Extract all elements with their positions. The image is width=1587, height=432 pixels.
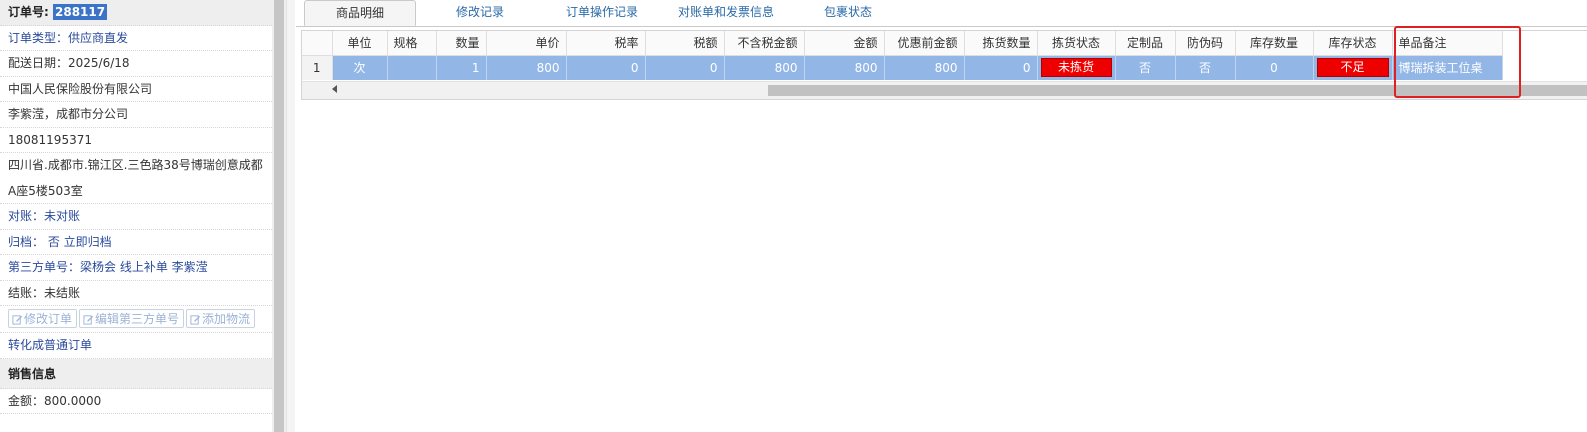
product-table: 单位 规格 数量 单价 税率 税额 不含税金额 金额 优惠前金额 拣货数量 拣货… [302, 31, 1503, 80]
order-action-buttons: 修改订单 编辑第三方单号 添加物流 [0, 306, 272, 333]
cell-unit-price[interactable]: 800 [486, 55, 567, 80]
pick-status-badge: 未拣货 [1040, 58, 1112, 78]
table-row[interactable]: 1 次 1 800 0 0 800 800 800 0 未拣货 否 否 0 不足… [302, 55, 1503, 80]
cell-quantity[interactable]: 1 [436, 55, 487, 80]
archive-status[interactable]: 归档： 否 立即归档 [0, 230, 272, 255]
left-panel-scrollbar[interactable] [272, 0, 286, 432]
sales-info-header: 销售信息 [0, 358, 272, 389]
grid-horizontal-scrollbar[interactable] [302, 81, 1587, 99]
tab-statement-invoice[interactable]: 对账单和发票信息 [666, 0, 786, 26]
cell-stock-quantity[interactable]: 0 [1235, 55, 1314, 80]
third-party-number[interactable]: 第三方单号：梁杨会 线上补单 李紫滢 [0, 255, 272, 281]
address-line-1: 四川省.成都市.锦江区.三色路38号博瑞创意成都 [8, 158, 263, 172]
column-header[interactable]: 规格 [387, 31, 437, 56]
row-number: 1 [302, 55, 333, 80]
panel-splitter[interactable] [286, 0, 295, 432]
column-header[interactable]: 不含税金额 [724, 31, 805, 56]
column-header[interactable]: 防伪码 [1175, 31, 1236, 56]
column-header[interactable]: 单价 [486, 31, 567, 56]
detail-panel: 商品明细 修改记录 订单操作记录 对账单和发票信息 包裹状态 单位 规格 数量 … [296, 0, 1587, 432]
tab-bar: 商品明细 修改记录 订单操作记录 对账单和发票信息 包裹状态 [296, 0, 1587, 27]
rownum-header [302, 31, 333, 56]
cell-anti-fake-code[interactable]: 否 [1175, 55, 1236, 80]
column-header[interactable]: 税额 [645, 31, 725, 56]
edit-order-button[interactable]: 修改订单 [8, 309, 78, 328]
cell-amount-before-discount[interactable]: 800 [884, 55, 965, 80]
tab-package-status[interactable]: 包裹状态 [796, 0, 900, 26]
cell-item-remark[interactable]: 博瑞拆装工位桌 [1392, 55, 1503, 80]
scrollbar-thumb[interactable] [274, 0, 284, 432]
column-header[interactable]: 定制品 [1115, 31, 1176, 56]
edit-order-label: 修改订单 [24, 312, 73, 326]
cell-unit[interactable]: 次 [332, 55, 388, 80]
customer-phone: 18081195371 [0, 128, 272, 153]
sales-amount: 金额：800.0000 [0, 389, 272, 414]
cell-tax-rate[interactable]: 0 [566, 55, 646, 80]
edit-third-party-label: 编辑第三方单号 [95, 312, 180, 326]
tab-order-operation-log[interactable]: 订单操作记录 [546, 0, 658, 26]
edit-third-party-button[interactable]: 编辑第三方单号 [79, 309, 185, 328]
customer-company: 中国人民保险股份有限公司 [0, 77, 272, 102]
column-header[interactable]: 优惠前金额 [884, 31, 965, 56]
customer-contact: 李紫滢，成都市分公司 [0, 102, 272, 128]
stock-status-badge: 不足 [1316, 58, 1389, 78]
delivery-date: 配送日期：2025/6/18 [0, 51, 272, 77]
add-logistics-button[interactable]: 添加物流 [186, 309, 256, 328]
column-header[interactable]: 单品备注 [1392, 31, 1503, 56]
cell-pick-quantity[interactable]: 0 [964, 55, 1038, 80]
scrollbar-thumb[interactable] [768, 85, 1587, 96]
column-header[interactable]: 库存数量 [1235, 31, 1314, 56]
column-header[interactable]: 税率 [566, 31, 646, 56]
cell-pick-status[interactable]: 未拣货 [1037, 55, 1116, 80]
cell-spec[interactable] [387, 55, 437, 80]
column-header[interactable]: 拣货数量 [964, 31, 1038, 56]
order-type: 订单类型：供应商直发 [0, 26, 272, 51]
reconcile-status[interactable]: 对账：未对账 [0, 204, 272, 230]
address-line-2: A座5楼503室 [0, 179, 272, 204]
column-header[interactable]: 拣货状态 [1037, 31, 1116, 56]
column-header[interactable]: 单位 [332, 31, 388, 56]
scroll-left-icon[interactable] [332, 85, 337, 93]
column-header[interactable]: 数量 [436, 31, 487, 56]
convert-to-normal-order-link[interactable]: 转化成普通订单 [0, 333, 272, 359]
order-number-row: 订单号: 288117 [0, 0, 272, 26]
cell-amount-ex-tax[interactable]: 800 [724, 55, 805, 80]
product-detail-grid: 单位 规格 数量 单价 税率 税额 不含税金额 金额 优惠前金额 拣货数量 拣货… [301, 30, 1587, 100]
cell-tax-amount[interactable]: 0 [645, 55, 725, 80]
settlement-status: 结账：未结账 [0, 281, 272, 306]
table-header-row: 单位 规格 数量 单价 税率 税额 不含税金额 金额 优惠前金额 拣货数量 拣货… [302, 31, 1503, 56]
cell-amount[interactable]: 800 [804, 55, 885, 80]
order-number-value[interactable]: 288117 [53, 4, 108, 20]
column-header[interactable]: 库存状态 [1313, 31, 1393, 56]
order-info-panel: 订单号: 288117 订单类型：供应商直发 配送日期：2025/6/18 中国… [0, 0, 272, 432]
cell-stock-status[interactable]: 不足 [1313, 55, 1393, 80]
tab-modify-log[interactable]: 修改记录 [426, 0, 534, 26]
cell-custom-product[interactable]: 否 [1115, 55, 1176, 80]
order-number-label: 订单号: [8, 5, 49, 19]
edit-icon [12, 315, 23, 325]
edit-icon [190, 315, 201, 325]
tab-product-details[interactable]: 商品明细 [304, 0, 416, 26]
column-header[interactable]: 金额 [804, 31, 885, 56]
add-logistics-label: 添加物流 [202, 312, 251, 326]
edit-icon [83, 315, 94, 325]
